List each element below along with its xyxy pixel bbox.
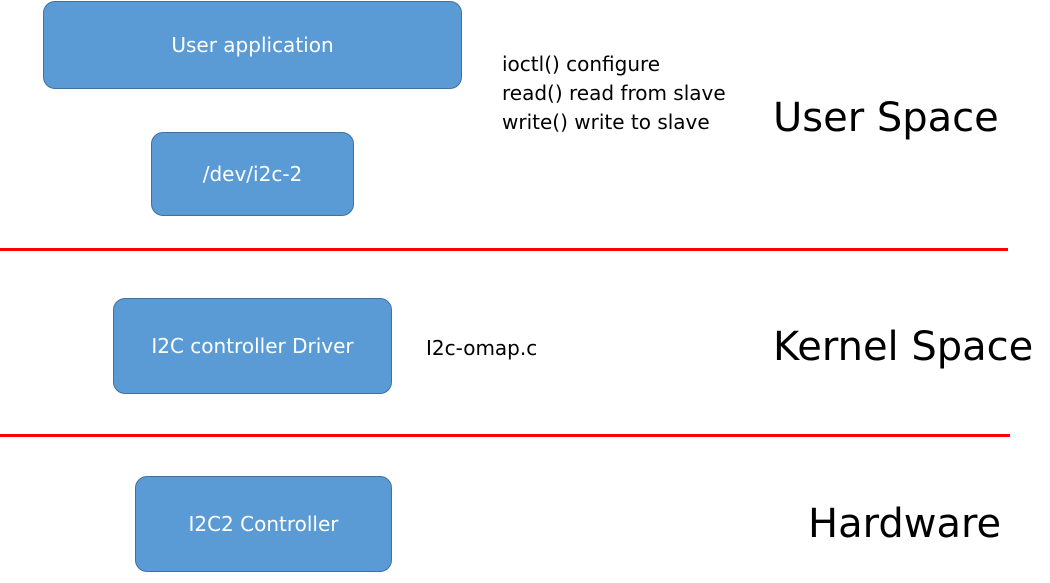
user-kernel-separator xyxy=(0,248,1008,251)
i2c-controller-driver-box: I2C controller Driver xyxy=(113,298,392,394)
user-application-label: User application xyxy=(171,33,334,57)
syscall-read: read() read from slave xyxy=(502,81,726,105)
syscall-ioctl: ioctl() configure xyxy=(502,52,661,76)
driver-source-file: I2c-omap.c xyxy=(426,336,538,360)
i2c2-controller-box: I2C2 Controller xyxy=(135,476,392,572)
dev-i2c-node-label: /dev/i2c-2 xyxy=(202,162,303,186)
kernel-hardware-separator xyxy=(0,434,1010,437)
user-space-label: User Space xyxy=(773,95,999,141)
syscall-write: write() write to slave xyxy=(502,110,710,134)
i2c-controller-driver-label: I2C controller Driver xyxy=(151,334,354,358)
user-application-box: User application xyxy=(43,1,462,89)
syscall-notes: ioctl() configure read() read from slave… xyxy=(502,50,726,137)
hardware-label: Hardware xyxy=(808,501,1002,547)
dev-i2c-node-box: /dev/i2c-2 xyxy=(151,132,354,216)
kernel-space-label: Kernel Space xyxy=(773,324,1034,370)
i2c2-controller-label: I2C2 Controller xyxy=(188,512,339,536)
